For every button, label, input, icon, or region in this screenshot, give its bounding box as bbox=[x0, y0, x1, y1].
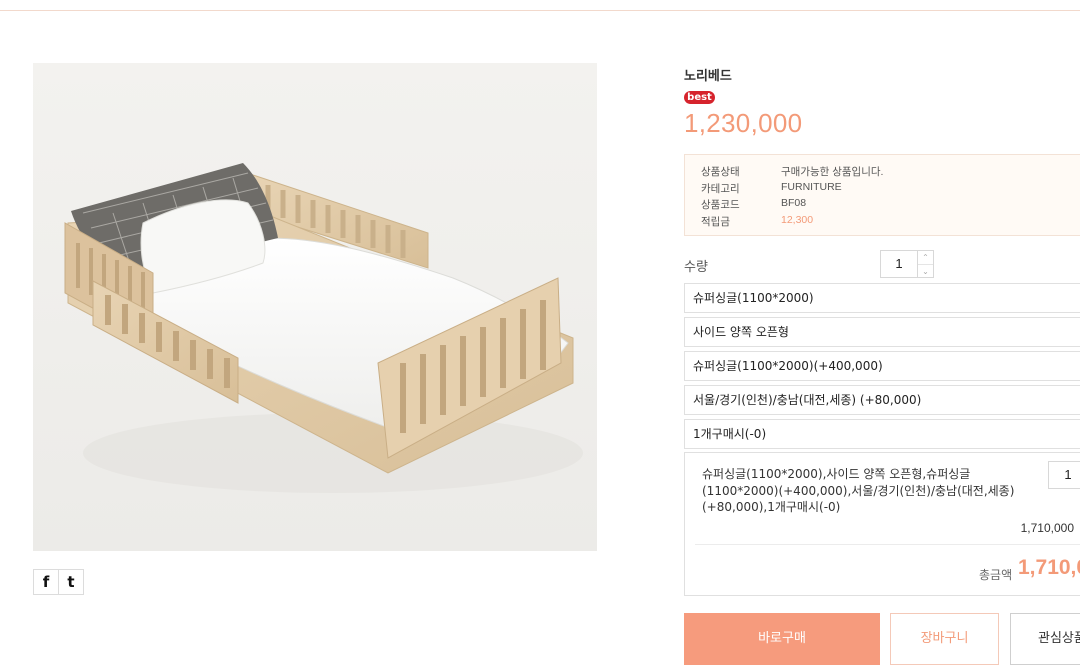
selected-option-subtotal: 1,710,000 bbox=[1020, 521, 1074, 535]
wishlist-button[interactable]: 관심상품 bbox=[1010, 613, 1080, 665]
spec-table: 상품상태 구매가능한 상품입니다. 카테고리 FURNITURE 상품코드 BF… bbox=[684, 154, 1080, 236]
spec-value: FURNITURE bbox=[781, 180, 842, 193]
add-to-cart-button[interactable]: 장바구니 bbox=[890, 613, 999, 665]
spec-value: BF08 bbox=[781, 197, 807, 209]
option-select-quantity-discount[interactable]: 1개구매시(-0) bbox=[684, 419, 1080, 449]
option-select-delivery[interactable]: 서울/경기(인천)/충남(대전,세종) (+80,000) bbox=[684, 385, 1080, 415]
total-price: 1,710,000 bbox=[1018, 556, 1080, 579]
quantity-stepper: ⌃ ⌄ bbox=[918, 250, 934, 278]
share-links: f t bbox=[33, 569, 84, 595]
best-badge: best bbox=[684, 91, 715, 104]
chevron-down-icon[interactable]: ⌄ bbox=[918, 264, 933, 277]
spec-value: 구매가능한 상품입니다. bbox=[781, 166, 884, 178]
spec-row-code: 상품코드 BF08 bbox=[685, 197, 1080, 214]
spec-row-status: 상품상태 구매가능한 상품입니다. bbox=[685, 164, 1080, 181]
spec-row-category: 카테고리 FURNITURE bbox=[685, 181, 1080, 198]
spec-label: 상품코드 bbox=[701, 199, 740, 211]
spec-label: 카테고리 bbox=[701, 182, 740, 195]
option-select-mattress[interactable]: 슈퍼싱글(1100*2000)(+400,000) bbox=[684, 351, 1080, 381]
product-name: 노리베드 bbox=[684, 69, 732, 84]
spec-label: 적립금 bbox=[701, 215, 730, 228]
total-label: 총금액 bbox=[979, 568, 1013, 582]
product-image[interactable] bbox=[33, 63, 597, 551]
spec-label: 상품상태 bbox=[701, 166, 740, 178]
product-info: 노리베드 best 1,230,000 상품상태 구매가능한 상품입니다. 카테… bbox=[684, 0, 1080, 667]
quantity-label: 수량 bbox=[684, 260, 708, 275]
spec-row-points: 적립금 12,300 bbox=[685, 214, 1080, 231]
bed-illustration bbox=[64, 163, 583, 493]
summary-divider bbox=[695, 544, 1080, 545]
option-select-size[interactable]: 슈퍼싱글(1100*2000) bbox=[684, 283, 1080, 313]
spec-value: 12,300 bbox=[781, 213, 814, 226]
option-select-side[interactable]: 사이드 양쪽 오픈형 bbox=[684, 317, 1080, 347]
twitter-icon[interactable]: t bbox=[58, 569, 84, 595]
product-price: 1,230,000 bbox=[684, 108, 803, 138]
facebook-icon[interactable]: f bbox=[33, 569, 59, 595]
quantity-input[interactable]: 1 bbox=[880, 250, 918, 278]
buy-now-button[interactable]: 바로구매 bbox=[684, 613, 880, 665]
selected-option-summary: 슈퍼싱글(1100*2000),사이드 양쪽 오픈형,슈퍼싱글(1100*200… bbox=[684, 452, 1080, 596]
selected-option-quantity-input[interactable]: 1 bbox=[1048, 461, 1080, 489]
chevron-up-icon[interactable]: ⌃ bbox=[918, 251, 933, 264]
selected-option-text: 슈퍼싱글(1100*2000),사이드 양쪽 오픈형,슈퍼싱글(1100*200… bbox=[702, 467, 1015, 514]
